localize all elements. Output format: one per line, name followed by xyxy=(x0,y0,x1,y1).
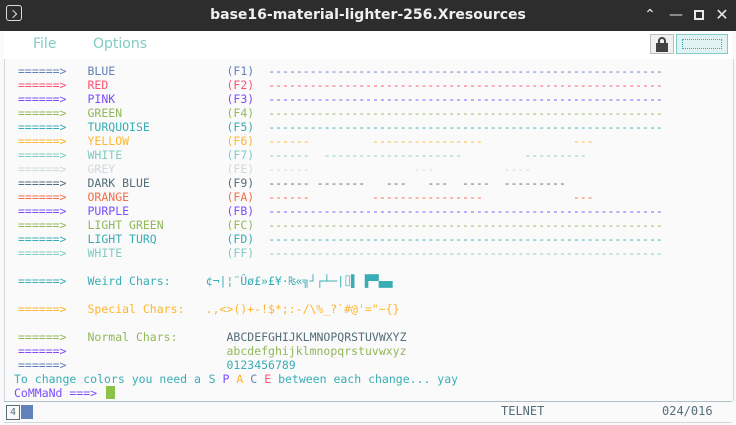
color-name: DARK BLUE xyxy=(87,176,150,190)
row-arrow: ======> xyxy=(18,92,67,106)
status-bar: 4 TELNET 024/016 xyxy=(4,401,732,423)
color-sample-line: ----------------------------------------… xyxy=(268,218,663,232)
minimize-icon[interactable]: — xyxy=(666,5,686,25)
space-letter: A xyxy=(236,372,244,386)
lowercase-chars: abcdefghijklmnopqrstuvwxyz xyxy=(226,344,407,358)
terminal-window: base16-material-lighter-256.Xresources ⌃… xyxy=(0,0,736,425)
row-arrow: ======> xyxy=(18,176,67,190)
window-title: base16-material-lighter-256.Xresources xyxy=(210,7,526,23)
row-arrow: ======> xyxy=(18,106,67,120)
row-arrow: ======> xyxy=(18,162,67,176)
function-key: (FE) xyxy=(226,162,255,176)
instruction-text: To change colors you need a xyxy=(14,372,208,386)
color-name: YELLOW xyxy=(87,134,130,148)
text-cursor[interactable] xyxy=(106,386,116,400)
function-key: (F7) xyxy=(226,148,255,162)
row-arrow: ======> xyxy=(18,330,67,344)
menu-options[interactable]: Options xyxy=(93,36,147,52)
function-key: (F1) xyxy=(226,64,255,78)
color-sample-line: ----------------------------------------… xyxy=(268,78,663,92)
maximize-icon[interactable] xyxy=(689,5,709,25)
color-name: WHITE xyxy=(87,246,123,260)
status-cursor-position: 024/016 xyxy=(662,404,713,418)
color-sample-line: ------ -------------------- --------- xyxy=(268,148,587,162)
function-key: (FF) xyxy=(226,246,255,260)
color-sample-line: ------ --- ---- xyxy=(268,162,532,176)
space-letter: E xyxy=(264,372,272,386)
lock-icon[interactable] xyxy=(650,34,674,54)
function-key: (FD) xyxy=(226,232,255,246)
color-name: GREY xyxy=(87,162,116,176)
status-indicator xyxy=(21,405,33,419)
color-sample-line: ------ ---------------- --- xyxy=(268,134,594,148)
special-chars-value: .,<>()+-!$*;:-/\%_?`#@'="~{} xyxy=(205,302,400,316)
prompt-label: CoMMaNd ===> xyxy=(14,386,98,400)
row-arrow: ======> xyxy=(18,190,67,204)
space-letter: C xyxy=(250,372,258,386)
space-letter: S xyxy=(208,372,216,386)
row-arrow: ======> xyxy=(18,344,67,358)
function-key: (FB) xyxy=(226,204,255,218)
function-key: (FA) xyxy=(226,190,255,204)
row-arrow: ======> xyxy=(18,120,67,134)
color-sample-line: ------ ------- --- --- ---- --------- xyxy=(268,176,566,190)
title-bar: base16-material-lighter-256.Xresources ⌃… xyxy=(0,0,736,31)
row-arrow: ======> xyxy=(18,232,67,246)
color-name: PINK xyxy=(87,92,116,106)
color-name: GREEN xyxy=(87,106,123,120)
space-letter: P xyxy=(222,372,230,386)
row-arrow: ======> xyxy=(18,134,67,148)
color-sample-line: ----------------------------------------… xyxy=(268,64,663,78)
function-key: (F6) xyxy=(226,134,255,148)
status-mode: TELNET xyxy=(501,404,545,418)
function-key: (F9) xyxy=(226,176,255,190)
row-arrow: ======> xyxy=(18,78,67,92)
function-key: (FC) xyxy=(226,218,255,232)
keyboard-icon[interactable] xyxy=(676,34,728,54)
row-arrow: ======> xyxy=(18,358,67,372)
close-icon[interactable]: ✕ xyxy=(712,5,732,25)
color-sample-line: ----------------------------------------… xyxy=(268,106,663,120)
row-arrow: ======> xyxy=(18,302,67,316)
weird-chars-label: Weird Chars: xyxy=(87,274,171,288)
chevron-up-icon[interactable]: ⌃ xyxy=(640,5,660,25)
function-key: (F3) xyxy=(226,92,255,106)
menu-bar: File Options xyxy=(4,31,732,60)
color-name: TURQUOISE xyxy=(87,120,150,134)
color-name: PURPLE xyxy=(87,204,130,218)
weird-chars-value: ¢¬|¦¨Ûø£»£¥·₨«╗┘┌┴─|⌷▌ ▛▀▄▄ xyxy=(205,274,393,288)
terminal-screen[interactable]: ======> BLUE (F1) -------------------------… xyxy=(4,59,734,401)
color-name: WHITE xyxy=(87,148,123,162)
normal-chars-label: Normal Chars: xyxy=(87,330,178,344)
color-name: BLUE xyxy=(87,64,116,78)
color-name: LIGHT GREEN xyxy=(87,218,164,232)
function-key: (F2) xyxy=(226,78,255,92)
status-window-number: 4 xyxy=(6,405,20,420)
special-chars-label: Special Chars: xyxy=(87,302,185,316)
uppercase-chars: ABCDEFGHIJKLMNOPQRSTUVWXYZ xyxy=(226,330,407,344)
row-arrow: ======> xyxy=(18,64,67,78)
color-sample-line: ----------------------------------------… xyxy=(268,92,663,106)
color-sample-line: ----------------------------------------… xyxy=(268,246,663,260)
color-sample-line: ----------------------------------------… xyxy=(268,204,663,218)
function-key: (F5) xyxy=(226,120,255,134)
menu-file[interactable]: File xyxy=(33,36,56,52)
instruction-text: between each change... yay xyxy=(271,372,459,386)
color-name: LIGHT TURQ xyxy=(87,232,157,246)
row-arrow: ======> xyxy=(18,204,67,218)
row-arrow: ======> xyxy=(18,148,67,162)
color-sample-line: ----------------------------------------… xyxy=(268,232,663,246)
row-arrow: ======> xyxy=(18,218,67,232)
color-sample-line: ----------------------------------------… xyxy=(268,120,663,134)
color-name: RED xyxy=(87,78,109,92)
color-sample-line: ------ ---------------- --- xyxy=(268,190,594,204)
digit-chars: 0123456789 xyxy=(226,358,296,372)
row-arrow: ======> xyxy=(18,246,67,260)
color-name: ORANGE xyxy=(87,190,130,204)
row-arrow: ======> xyxy=(18,274,67,288)
function-key: (F4) xyxy=(226,106,255,120)
